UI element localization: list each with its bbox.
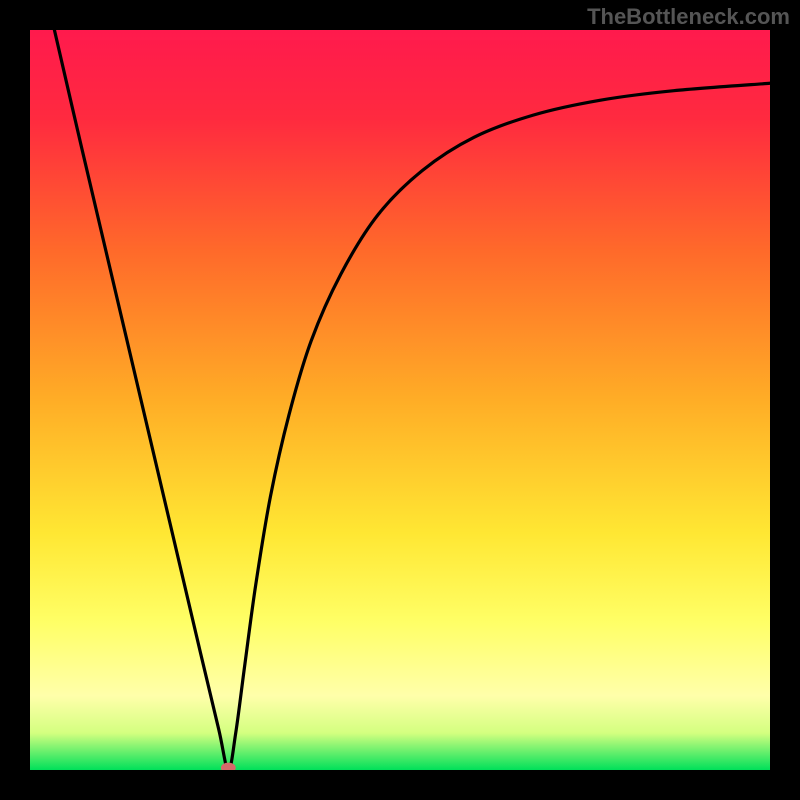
plot-area — [30, 30, 770, 770]
chart-frame: TheBottleneck.com — [0, 0, 800, 800]
watermark-text: TheBottleneck.com — [587, 4, 790, 30]
chart-svg — [30, 30, 770, 770]
